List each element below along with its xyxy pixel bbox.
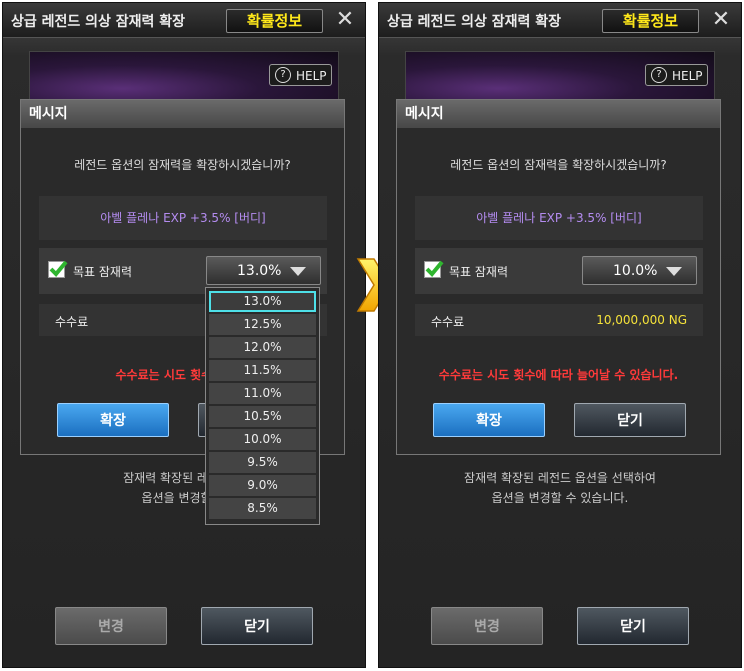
fee-warning: 수수료는 시도 횟수에 따라 늘어날 수 있습니다.	[438, 368, 679, 382]
expand-button[interactable]: 확장	[57, 403, 169, 437]
option-text: 아벨 플레나 EXP +3.5% [버디]	[39, 196, 327, 240]
probability-info-button[interactable]: 확률정보	[602, 9, 699, 33]
select-value: 10.0%	[613, 263, 658, 279]
target-label: 목표 잠재력	[73, 265, 133, 279]
target-potential-row: 목표 잠재력 10.0%	[415, 248, 703, 294]
expand-button[interactable]: 확장	[433, 403, 545, 437]
chevron-down-icon	[666, 267, 682, 276]
right-window: 상급 레전드 의상 잠재력 확장 확률정보 ✕ ? HELP 잠재력 확장된 레…	[378, 2, 742, 668]
change-button[interactable]: 변경	[55, 607, 167, 645]
window-close-button[interactable]: 닫기	[201, 607, 313, 645]
question-icon: ?	[651, 67, 667, 83]
window-close-button[interactable]: 닫기	[577, 607, 689, 645]
target-label: 목표 잠재력	[449, 265, 509, 279]
fee-value: 10,000,000 NG	[596, 313, 687, 327]
fee-row: 수수료 10,000,000 NG	[415, 304, 703, 336]
info-text-line2: 옵션을 변경할 수 있습니다.	[491, 491, 629, 505]
target-checkbox[interactable]	[48, 260, 68, 278]
select-value: 13.0%	[237, 263, 282, 279]
message-dialog: 메시지 레전드 옵션의 잠재력을 확장하시겠습니까? 아벨 플레나 EXP +3…	[396, 99, 721, 455]
dropdown-option[interactable]: 11.5%	[209, 360, 316, 381]
dropdown-option[interactable]: 13.0%	[209, 291, 316, 312]
probability-info-button[interactable]: 확률정보	[226, 9, 323, 33]
dropdown-option[interactable]: 12.0%	[209, 337, 316, 358]
fee-label: 수수료	[431, 315, 465, 329]
dropdown-option[interactable]: 12.5%	[209, 314, 316, 335]
chevron-down-icon	[290, 267, 306, 276]
help-label: HELP	[296, 69, 327, 83]
info-text-line1: 잠재력 확장된 레전드 옵션을 선택하여	[464, 471, 656, 485]
window-titlebar: 상급 레전드 의상 잠재력 확장 확률정보 ✕	[3, 3, 365, 38]
change-button[interactable]: 변경	[431, 607, 543, 645]
help-label: HELP	[672, 69, 703, 83]
dropdown-option[interactable]: 8.5%	[209, 498, 316, 519]
dialog-close-button[interactable]: 닫기	[574, 403, 686, 437]
dropdown-option[interactable]: 9.5%	[209, 452, 316, 473]
potential-dropdown-list: 13.0% 12.5% 12.0% 11.5% 11.0% 10.5% 10.0…	[205, 287, 320, 525]
window-titlebar: 상급 레전드 의상 잠재력 확장 확률정보 ✕	[379, 3, 741, 38]
window-title: 상급 레전드 의상 잠재력 확장	[11, 14, 186, 30]
target-checkbox[interactable]	[424, 260, 444, 278]
question-icon: ?	[275, 67, 291, 83]
dialog-title: 메시지	[397, 100, 720, 128]
dropdown-option[interactable]: 10.0%	[209, 429, 316, 450]
window-title: 상급 레전드 의상 잠재력 확장	[387, 14, 562, 30]
left-window: 상급 레전드 의상 잠재력 확장 확률정보 ✕ ? HELP 잠재력 확장된 레…	[2, 2, 366, 668]
help-button[interactable]: ? HELP	[645, 64, 708, 86]
close-icon[interactable]: ✕	[330, 7, 360, 33]
close-icon[interactable]: ✕	[706, 7, 736, 33]
dialog-title: 메시지	[21, 100, 344, 128]
target-potential-select[interactable]: 10.0%	[582, 256, 697, 285]
dialog-question: 레전드 옵션의 잠재력을 확장하시겠습니까?	[450, 158, 667, 172]
checkmark-icon	[49, 260, 68, 277]
dropdown-option[interactable]: 11.0%	[209, 383, 316, 404]
dropdown-option[interactable]: 10.5%	[209, 406, 316, 427]
help-button[interactable]: ? HELP	[269, 64, 332, 86]
target-potential-select[interactable]: 13.0%	[206, 256, 321, 285]
dropdown-option[interactable]: 9.0%	[209, 475, 316, 496]
fee-label: 수수료	[55, 315, 89, 329]
option-text: 아벨 플레나 EXP +3.5% [버디]	[415, 196, 703, 240]
checkmark-icon	[425, 260, 444, 277]
dialog-question: 레전드 옵션의 잠재력을 확장하시겠습니까?	[74, 158, 291, 172]
